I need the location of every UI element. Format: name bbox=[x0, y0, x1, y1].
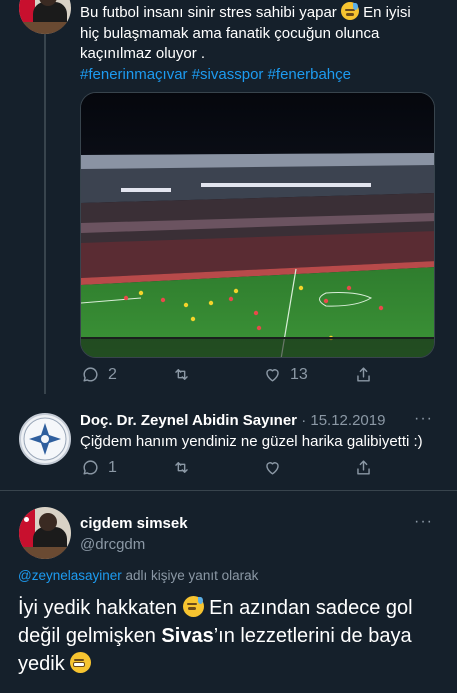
tweet-date[interactable]: 15.12.2019 bbox=[310, 412, 385, 429]
reply-context: @zeynelasayiner adlı kişiye yanıt olarak bbox=[18, 568, 259, 583]
reply-icon bbox=[83, 367, 98, 382]
main-tweet-text: İyi yedik hakkaten En azından sadece gol… bbox=[18, 596, 413, 675]
share-icon bbox=[357, 367, 370, 382]
reply-button[interactable]: 1 bbox=[81, 458, 117, 477]
hashtags[interactable]: #fenerinmaçıvar #sivasspor #fenerbahçe bbox=[80, 66, 351, 83]
like-button[interactable] bbox=[263, 458, 282, 477]
tweet-text: Bu futbol insanı sinir stres sahibi yapa… bbox=[80, 2, 411, 83]
avatar[interactable] bbox=[19, 507, 71, 559]
like-icon bbox=[266, 462, 279, 475]
reply-to-link[interactable]: @zeynelasayiner bbox=[18, 568, 122, 583]
more-icon[interactable]: ··· bbox=[414, 513, 433, 531]
author-name[interactable]: Doç. Dr. Zeynel Abidin Sayıner bbox=[80, 412, 297, 429]
downcast-sweat-emoji bbox=[340, 2, 359, 20]
share-button[interactable] bbox=[354, 458, 373, 477]
like-button[interactable]: 13 bbox=[263, 365, 308, 384]
downcast-sweat-emoji bbox=[182, 596, 204, 617]
share-icon bbox=[357, 460, 370, 475]
author-name[interactable]: cigdem simsek bbox=[80, 515, 188, 532]
divider bbox=[0, 490, 457, 491]
retweet-button[interactable] bbox=[172, 365, 199, 384]
author-handle[interactable]: @drcgdm bbox=[80, 536, 145, 553]
tweet-photo[interactable] bbox=[80, 92, 435, 358]
thread-line bbox=[44, 34, 46, 394]
tweet-text: Çiğdem hanım yendiniz ne güzel harika ga… bbox=[80, 433, 423, 450]
retweet-icon bbox=[175, 369, 188, 380]
grimace-emoji bbox=[70, 652, 92, 673]
avatar[interactable] bbox=[19, 0, 71, 34]
reply-button[interactable]: 2 bbox=[81, 365, 117, 384]
reply-icon bbox=[83, 460, 98, 475]
more-icon[interactable]: ··· bbox=[414, 410, 433, 428]
avatar[interactable] bbox=[19, 413, 71, 465]
tweet-header: Doç. Dr. Zeynel Abidin Sayıner · 15.12.2… bbox=[80, 412, 386, 429]
stadium-image bbox=[81, 93, 434, 357]
share-button[interactable] bbox=[354, 365, 373, 384]
like-icon bbox=[266, 369, 279, 382]
retweet-button[interactable] bbox=[172, 458, 191, 477]
retweet-icon bbox=[175, 462, 188, 473]
